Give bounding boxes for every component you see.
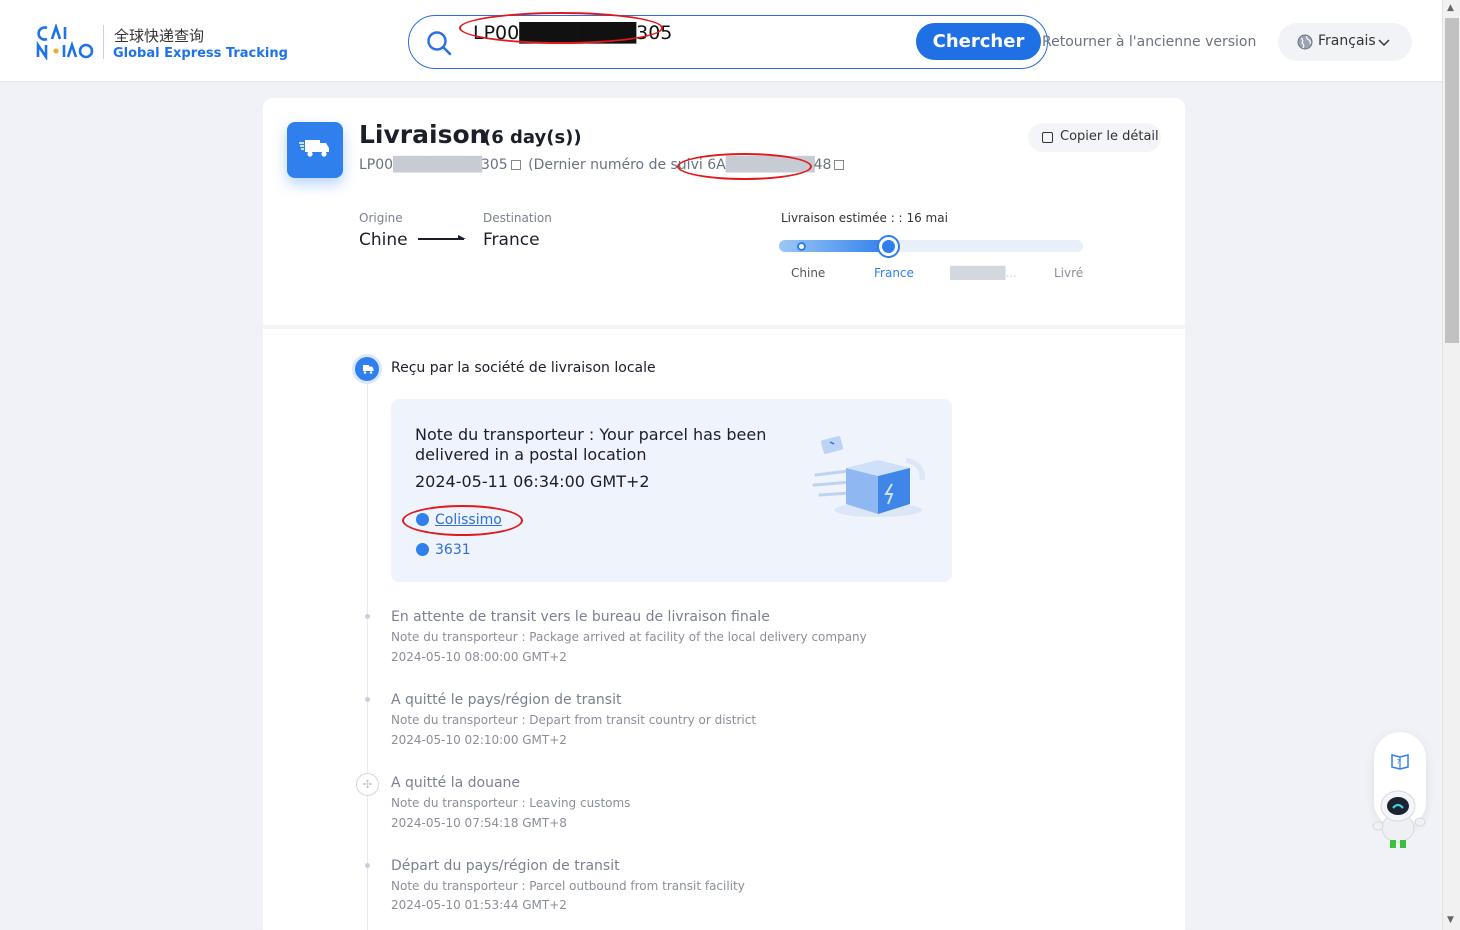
latest-event-note: Note du transporteur : Your parcel has b… <box>415 425 767 464</box>
card-separator <box>263 325 1185 329</box>
origin-label: Origine <box>359 211 403 225</box>
event-title: En attente de transit vers le bureau de … <box>391 609 770 625</box>
copy-detail-button[interactable]: Copier le détail <box>1028 123 1161 152</box>
copy-icon[interactable] <box>510 160 521 170</box>
cainiao-logo[interactable] <box>36 24 98 60</box>
tracking-number-blurred: █████████ <box>393 157 482 173</box>
stage-label: France <box>874 266 914 280</box>
timeline-dot <box>365 863 370 868</box>
status-title: Livraison <box>359 120 488 149</box>
logo-divider <box>103 25 104 59</box>
chevron-down-icon <box>1378 39 1390 47</box>
brand-name-en: Global Express Tracking <box>113 46 288 61</box>
assistant-robot-icon[interactable] <box>1368 788 1428 850</box>
event-note: Note du transporteur : Package arrived a… <box>391 630 867 644</box>
stage-label: ██████... <box>950 266 1017 280</box>
event-title: Départ du pays/région de transit <box>391 858 620 874</box>
tracking-numbers: LP00█████████305 (Dernier numéro de suiv… <box>359 157 847 173</box>
latest-event-time: 2024-05-11 06:34:00 GMT+2 <box>415 472 650 491</box>
transit-days: (6 day(s)) <box>483 127 582 148</box>
delivery-status-icon <box>287 122 343 178</box>
last-tracking-blurred: █████████ <box>725 157 815 173</box>
top-bar: 全球快递查询 Global Express Tracking Chercher … <box>0 0 1442 82</box>
scroll-down-icon[interactable]: ▼ <box>1447 915 1454 925</box>
copy-icon[interactable] <box>834 160 845 170</box>
event-time: 2024-05-10 02:10:00 GMT+2 <box>391 733 567 747</box>
progress-start-dot <box>797 242 806 251</box>
progress-track <box>779 240 1083 252</box>
progress-fill <box>779 240 889 252</box>
old-version-link[interactable]: Retourner à l'ancienne version <box>1042 34 1256 50</box>
stage-label: Chine <box>791 266 826 280</box>
language-select[interactable]: Français <box>1278 23 1412 61</box>
event-title: A quitté le pays/région de transit <box>391 692 622 708</box>
tracking-number-suffix: 305 <box>480 157 508 173</box>
scroll-up-icon[interactable]: ▲ <box>1447 3 1454 13</box>
copy-detail-label: Copier le détail <box>1060 129 1159 144</box>
search-button[interactable]: Chercher <box>916 23 1041 60</box>
eta-label: Livraison estimée : : <box>781 211 903 225</box>
scrollbar-thumb[interactable] <box>1445 18 1459 343</box>
route-arrow-icon <box>418 235 466 240</box>
carrier-link[interactable]: Colissimo <box>435 512 502 528</box>
event-title: A quitté la douane <box>391 775 521 791</box>
carrier-row: Colissimo <box>416 512 502 528</box>
timeline-dot <box>365 614 370 619</box>
parcel-illustration <box>812 436 925 517</box>
phone-row: 3631 <box>416 542 471 558</box>
help-book-icon[interactable]: ? <box>1390 752 1410 770</box>
latest-event-title: Reçu par la société de livraison locale <box>391 360 656 376</box>
event-time: 2024-05-10 08:00:00 GMT+2 <box>391 650 567 664</box>
event-note: Note du transporteur : Depart from trans… <box>391 713 757 727</box>
search-bar: Chercher <box>408 15 1048 69</box>
event-note: Note du transporteur : Leaving customs <box>391 796 631 810</box>
language-label: Français <box>1318 33 1376 49</box>
globe-icon <box>416 513 429 526</box>
event-note: Note du transporteur : Parcel outbound f… <box>391 879 745 893</box>
tracking-number-prefix: LP00 <box>359 157 394 173</box>
timeline-line <box>367 380 368 930</box>
destination-label: Destination <box>483 211 552 225</box>
truck-icon <box>299 140 329 157</box>
brand-name-cn: 全球快递查询 <box>114 27 205 45</box>
destination-value: France <box>483 230 540 250</box>
copy-icon <box>1042 132 1053 143</box>
scrollbar[interactable]: ▲ ▼ <box>1442 0 1460 930</box>
globe-icon <box>1297 34 1313 50</box>
timeline-dot <box>365 697 370 702</box>
carrier-phone[interactable]: 3631 <box>435 542 471 558</box>
estimated-delivery: Livraison estimée : : 16 mai <box>781 211 948 225</box>
last-tracking-prefix: 6A <box>707 157 726 173</box>
eta-date: 16 mai <box>906 211 948 225</box>
phone-icon <box>416 543 429 556</box>
truck-icon <box>363 365 374 374</box>
event-time: 2024-05-10 07:54:18 GMT+8 <box>391 816 567 830</box>
stage-label: Livré <box>1054 266 1084 280</box>
customs-icon: ✣ <box>356 773 379 796</box>
svg-text:?: ? <box>1397 758 1401 766</box>
search-input[interactable] <box>473 18 913 48</box>
origin-value: Chine <box>359 230 408 250</box>
search-icon <box>427 31 452 56</box>
timeline-current-icon <box>355 357 379 381</box>
last-tracking-label: (Dernier numéro de suivi <box>528 157 703 173</box>
event-time: 2024-05-10 01:53:44 GMT+2 <box>391 898 567 912</box>
last-tracking-suffix: 48 <box>813 157 832 173</box>
progress-current-dot <box>877 235 900 258</box>
